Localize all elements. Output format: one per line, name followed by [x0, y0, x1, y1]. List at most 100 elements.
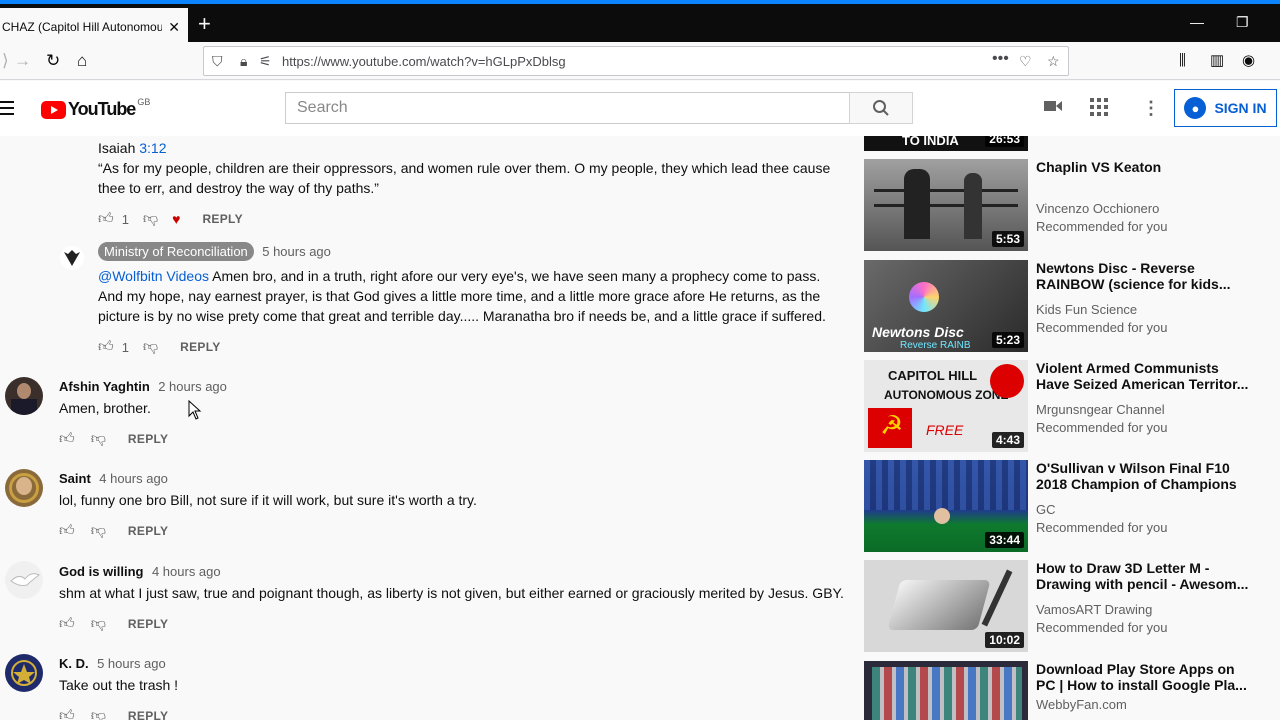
recommended-video[interactable]: Download Play Store Apps on PC | How to …: [864, 661, 1280, 720]
browser-tab[interactable]: CHAZ (Capitol Hill Autonomou ✕: [0, 8, 188, 46]
home-icon[interactable]: ⌂: [77, 51, 87, 71]
recommended-video[interactable]: TO INDIA 26:53: [864, 136, 1280, 153]
permissions-icon[interactable]: ⚟: [259, 53, 272, 69]
like-icon[interactable]: 👍︎: [59, 522, 75, 540]
reply-button[interactable]: REPLY: [128, 709, 168, 720]
pocket-icon[interactable]: ♡: [1019, 53, 1032, 69]
comment-time[interactable]: 4 hours ago: [99, 471, 168, 486]
search-button[interactable]: [849, 92, 913, 124]
video-title[interactable]: Download Play Store Apps on PC | How to …: [1036, 661, 1256, 693]
sidebar-icon[interactable]: ▥: [1210, 51, 1224, 71]
timestamp-link[interactable]: 3:12: [139, 140, 166, 156]
video-thumbnail[interactable]: 10:02: [864, 560, 1028, 652]
comment-body: “As for my people, children are their op…: [98, 160, 831, 196]
recommended-video[interactable]: Newtons Disc Reverse RAINB 5:23 Newtons …: [864, 260, 1280, 354]
video-thumbnail[interactable]: CAPITOL HILL AUTONOMOUS ZONE ☭ FREE 4:43: [864, 360, 1028, 452]
video-thumbnail[interactable]: Newtons Disc Reverse RAINB 5:23: [864, 260, 1028, 352]
more-vertical-icon[interactable]: ⋮: [1142, 98, 1160, 118]
video-title[interactable]: Violent Armed Communists Have Seized Ame…: [1036, 360, 1256, 392]
comment-header: K. D. 5 hours ago: [59, 655, 166, 673]
comment-time[interactable]: 4 hours ago: [152, 564, 221, 579]
comment-time[interactable]: 2 hours ago: [158, 379, 227, 394]
video-thumbnail[interactable]: 5:53: [864, 159, 1028, 251]
minimize-icon[interactable]: —: [1190, 14, 1204, 30]
channel-name[interactable]: WebbyFan.com: [1036, 697, 1127, 712]
youtube-logo[interactable]: YouTube GB: [41, 97, 150, 120]
recommended-video[interactable]: 5:53 Chaplin VS Keaton Vincenzo Occhione…: [864, 159, 1280, 253]
reply-button[interactable]: REPLY: [202, 212, 242, 226]
avatar[interactable]: [5, 377, 43, 415]
url-bar[interactable]: ⛉ 🔒︎ ⚟ https://www.youtube.com/watch?v=h…: [203, 46, 1069, 76]
reply-comment: Isaiah 3:12 “As for my people, children …: [98, 138, 843, 198]
reply-button[interactable]: REPLY: [128, 432, 168, 446]
author-name[interactable]: Ministry of Reconciliation: [98, 242, 254, 261]
recommended-video[interactable]: CAPITOL HILL AUTONOMOUS ZONE ☭ FREE 4:43…: [864, 360, 1280, 454]
video-title[interactable]: O'Sullivan v Wilson Final F10 2018 Champ…: [1036, 460, 1256, 492]
dislike-icon[interactable]: 👎︎: [91, 430, 106, 448]
channel-name[interactable]: Kids Fun Science: [1036, 302, 1137, 317]
comment-time[interactable]: 5 hours ago: [262, 244, 331, 259]
reply-button[interactable]: REPLY: [128, 617, 168, 631]
close-icon[interactable]: ✕: [168, 20, 180, 34]
video-title[interactable]: Newtons Disc - Reverse RAINBOW (science …: [1036, 260, 1256, 292]
channel-name[interactable]: Mrgunsngear Channel: [1036, 402, 1165, 417]
lock-icon[interactable]: 🔒︎: [240, 53, 247, 69]
apps-grid-icon[interactable]: [1090, 98, 1108, 120]
url-text[interactable]: https://www.youtube.com/watch?v=hGLpPxDb…: [282, 54, 566, 69]
youtube-wordmark: YouTube: [68, 99, 136, 119]
video-thumbnail[interactable]: [864, 661, 1028, 720]
back-icon[interactable]: ⟩: [2, 51, 9, 71]
reply-button[interactable]: REPLY: [180, 340, 220, 354]
new-tab-icon[interactable]: +: [198, 13, 211, 35]
video-title[interactable]: Chaplin VS Keaton: [1036, 159, 1256, 175]
video-thumbnail[interactable]: 33:44: [864, 460, 1028, 552]
comment-actions: 👍︎ 👎︎ REPLY: [59, 522, 168, 540]
avatar[interactable]: [60, 246, 84, 270]
dislike-icon[interactable]: 👎︎: [143, 210, 158, 228]
video-thumbnail[interactable]: TO INDIA 26:53: [864, 136, 1028, 151]
page-actions-icon[interactable]: •••: [992, 51, 1009, 67]
like-icon[interactable]: 👍︎: [59, 615, 75, 633]
dislike-icon[interactable]: 👎︎: [143, 338, 158, 356]
sign-in-button[interactable]: ● SIGN IN: [1174, 89, 1277, 127]
reload-icon[interactable]: ↻: [46, 51, 60, 71]
like-icon[interactable]: 👍︎: [98, 210, 114, 228]
library-icon[interactable]: ⫼: [1179, 51, 1186, 71]
comment-time[interactable]: 5 hours ago: [97, 656, 166, 671]
avatar[interactable]: [5, 654, 43, 692]
recommended-video[interactable]: 33:44 O'Sullivan v Wilson Final F10 2018…: [864, 460, 1280, 554]
search-input[interactable]: Search: [285, 92, 850, 124]
bookmark-star-icon[interactable]: ☆: [1047, 53, 1060, 69]
create-video-icon[interactable]: [1043, 98, 1063, 118]
recommended-video[interactable]: 10:02 How to Draw 3D Letter M - Drawing …: [864, 560, 1280, 654]
dislike-icon[interactable]: 👎︎: [91, 615, 106, 633]
menu-icon[interactable]: [0, 101, 14, 115]
account-icon[interactable]: ◉: [1242, 51, 1255, 71]
like-icon[interactable]: 👍︎: [98, 338, 114, 356]
comment-actions: 👍︎ 👎︎ REPLY: [59, 707, 168, 720]
dislike-icon[interactable]: 👎︎: [91, 707, 106, 720]
search-placeholder: Search: [297, 99, 348, 116]
mention-link[interactable]: @Wolfbitn Videos: [98, 268, 209, 284]
avatar[interactable]: [5, 561, 43, 599]
author-name[interactable]: K. D.: [59, 656, 89, 671]
author-name[interactable]: God is willing: [59, 564, 144, 579]
channel-name[interactable]: Vincenzo Occhionero: [1036, 201, 1159, 216]
restore-icon[interactable]: ❐: [1236, 14, 1249, 31]
forward-icon[interactable]: →: [14, 51, 31, 71]
comment-text: Amen, brother.: [59, 400, 151, 416]
channel-name[interactable]: VamosART Drawing: [1036, 602, 1152, 617]
comment-actions: 👍︎ 1 👎︎ REPLY: [98, 338, 221, 356]
comment-actions: 👍︎ 1 👎︎ ♥ REPLY: [98, 210, 243, 228]
comment-text: shm at what I just saw, true and poignan…: [59, 585, 844, 601]
channel-name[interactable]: GC: [1036, 502, 1056, 517]
shield-icon[interactable]: ⛉: [212, 53, 223, 69]
like-icon[interactable]: 👍︎: [59, 707, 75, 720]
dislike-icon[interactable]: 👎︎: [91, 522, 106, 540]
author-name[interactable]: Afshin Yaghtin: [59, 379, 150, 394]
author-name[interactable]: Saint: [59, 471, 91, 486]
video-title[interactable]: How to Draw 3D Letter M - Drawing with p…: [1036, 560, 1256, 592]
avatar[interactable]: [5, 469, 43, 507]
like-icon[interactable]: 👍︎: [59, 430, 75, 448]
reply-button[interactable]: REPLY: [128, 524, 168, 538]
